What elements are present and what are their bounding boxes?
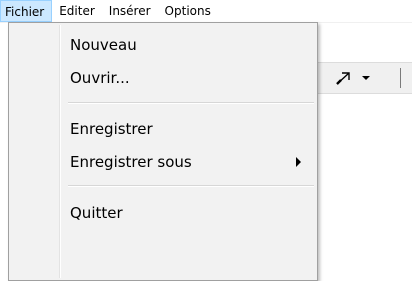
menu-item-label: Enregistrer sous bbox=[70, 153, 192, 171]
tool-dropdown-button[interactable] bbox=[334, 69, 372, 87]
menu-item-enregistrer-sous[interactable]: Enregistrer sous bbox=[11, 146, 315, 178]
chevron-down-icon bbox=[362, 76, 370, 80]
toolbar bbox=[318, 62, 412, 94]
menu-separator bbox=[68, 102, 314, 104]
menu-item-label: Enregistrer bbox=[70, 120, 153, 138]
menu-item-nouveau[interactable]: Nouveau bbox=[11, 29, 315, 61]
menu-item-ouvrir[interactable]: Ouvrir... bbox=[11, 62, 315, 94]
menu-separator bbox=[68, 185, 314, 187]
menu-options[interactable]: Options bbox=[158, 0, 218, 22]
toolbar-separator bbox=[400, 68, 401, 88]
file-menu-dropdown: Nouveau Ouvrir... Enregistrer Enregistre… bbox=[8, 22, 318, 281]
menu-item-enregistrer[interactable]: Enregistrer bbox=[11, 113, 315, 145]
submenu-arrow-icon bbox=[296, 157, 301, 167]
menu-item-quitter[interactable]: Quitter bbox=[11, 197, 315, 229]
menu-editer[interactable]: Editer bbox=[52, 0, 102, 22]
menu-item-label: Nouveau bbox=[70, 36, 137, 54]
menu-fichier[interactable]: Fichier bbox=[0, 0, 53, 22]
diagonal-arrow-icon bbox=[336, 72, 350, 85]
menu-inserer[interactable]: Insérer bbox=[102, 0, 158, 22]
menu-item-label: Ouvrir... bbox=[70, 69, 130, 87]
menu-item-label: Quitter bbox=[70, 204, 123, 222]
menu-bar: Fichier Editer Insérer Options bbox=[0, 0, 412, 23]
